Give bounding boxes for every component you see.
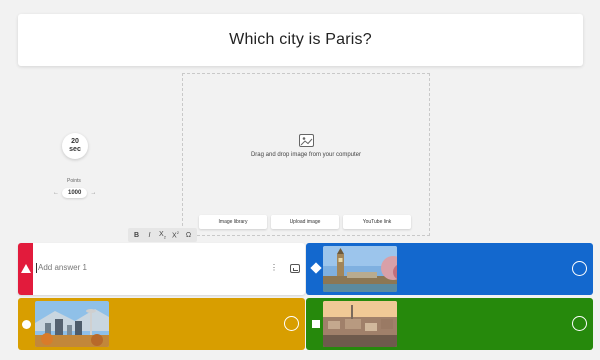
time-limit-button[interactable]: 20 sec bbox=[62, 133, 88, 159]
upload-image-button[interactable]: Upload image bbox=[271, 215, 339, 229]
points-decrease-icon[interactable]: ← bbox=[52, 190, 60, 196]
text-format-toolbar: B I X2 X2 Ω bbox=[128, 228, 197, 242]
image-library-button[interactable]: Image library bbox=[199, 215, 267, 229]
media-drop-prompt: Drag and drop image from your computer bbox=[250, 152, 362, 158]
text-cursor bbox=[36, 263, 37, 273]
subscript-button[interactable]: X2 bbox=[157, 231, 168, 239]
answer-2-image[interactable] bbox=[323, 246, 397, 292]
points-selector[interactable]: ← 1000 → bbox=[52, 186, 97, 200]
answer-2-correct-toggle[interactable] bbox=[572, 261, 587, 276]
answer-1-placeholder: Add answer 1 bbox=[38, 263, 87, 273]
special-characters-button[interactable]: Ω bbox=[183, 232, 194, 239]
diamond-icon bbox=[310, 262, 322, 274]
answer-1-color-strip bbox=[18, 243, 33, 295]
question-card[interactable]: Which city is Paris? bbox=[18, 14, 583, 66]
circle-icon bbox=[22, 320, 31, 329]
answer-4[interactable] bbox=[306, 298, 593, 350]
answer-4-correct-toggle[interactable] bbox=[572, 316, 587, 331]
answer-1[interactable]: Add answer 1 ⋮ bbox=[18, 243, 305, 295]
points-value[interactable]: 1000 bbox=[62, 188, 88, 198]
bold-button[interactable]: B bbox=[131, 232, 142, 239]
answer-3[interactable] bbox=[18, 298, 305, 350]
answer-3-image[interactable] bbox=[35, 301, 109, 347]
square-icon bbox=[312, 320, 320, 328]
answer-1-input[interactable]: Add answer 1 bbox=[36, 263, 87, 273]
image-placeholder-icon bbox=[299, 134, 314, 147]
timer-value: 20 bbox=[71, 138, 79, 145]
answer-3-correct-toggle[interactable] bbox=[284, 316, 299, 331]
points-increase-icon[interactable]: → bbox=[89, 190, 97, 196]
youtube-link-button[interactable]: YouTube link bbox=[343, 215, 411, 229]
question-title[interactable]: Which city is Paris? bbox=[229, 31, 372, 49]
more-options-icon[interactable]: ⋮ bbox=[270, 263, 278, 272]
italic-button[interactable]: I bbox=[144, 232, 155, 239]
answer-2[interactable] bbox=[306, 243, 593, 295]
media-drop-zone[interactable]: Drag and drop image from your computer I… bbox=[182, 73, 430, 236]
points-label: Points bbox=[67, 178, 81, 184]
answer-4-image[interactable] bbox=[323, 301, 397, 347]
add-image-icon[interactable] bbox=[290, 264, 300, 273]
timer-unit: sec bbox=[69, 146, 81, 153]
superscript-button[interactable]: X2 bbox=[170, 230, 181, 239]
media-button-row: Image library Upload image YouTube link bbox=[199, 215, 411, 229]
triangle-icon bbox=[21, 264, 31, 273]
